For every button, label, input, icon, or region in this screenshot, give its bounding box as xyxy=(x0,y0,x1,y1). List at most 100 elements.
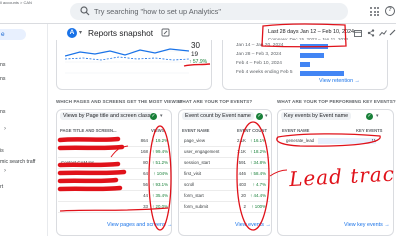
change-badge: ↑ 100% xyxy=(251,204,266,209)
page-title-cell[interactable]: Contact CAM Ins xyxy=(61,160,94,165)
views-cell: 80 xyxy=(143,160,148,165)
edit-icon[interactable] xyxy=(389,29,396,36)
column-header-event-count: EVENT COUNT xyxy=(237,128,268,133)
chevron-right-icon[interactable]: › xyxy=(4,126,6,132)
event-name-cell[interactable]: form_start xyxy=(184,193,204,198)
key-event-name[interactable]: generate_lead xyxy=(286,138,314,143)
change-badge: ↑ 93.1% xyxy=(152,182,168,187)
column-header-key-events: KEY EVENTS xyxy=(356,128,383,133)
week-bar xyxy=(300,62,310,67)
views-cell: 64 xyxy=(143,171,148,176)
column-header-page-title: PAGE TITLE AND SCREEN... xyxy=(60,128,117,133)
view-key-events-link[interactable]: View key events → xyxy=(344,222,390,228)
views-cell: 864 xyxy=(140,138,148,143)
pages-card-title[interactable]: Views by Page title and screen class xyxy=(60,112,154,120)
chevron-down-icon[interactable]: ▾ xyxy=(265,113,268,119)
change-badge: ↑ 51.2% xyxy=(152,160,168,165)
chevron-down-icon[interactable]: ▾ xyxy=(376,113,379,119)
view-pages-link[interactable]: View pages and screens → xyxy=(107,222,173,228)
nav-item[interactable]: rt xyxy=(0,184,3,190)
customize-report-icon[interactable] xyxy=(161,28,170,37)
nav-item[interactable]: is xyxy=(0,148,4,154)
row-divider xyxy=(58,190,170,191)
change-badge: ↑ 16.1% xyxy=(250,138,266,143)
column-header-event-name: EVENT NAME xyxy=(282,128,310,133)
change-badge: ↑ 4.7% xyxy=(252,182,266,187)
chevron-right-icon[interactable]: › xyxy=(4,168,6,174)
event-name-cell[interactable]: page_view xyxy=(184,138,205,143)
event-count-cell: 2 xyxy=(243,204,246,209)
chevron-down-icon[interactable]: ▾ xyxy=(79,29,82,36)
section-heading-events: WHAT ARE YOUR TOP EVENTS? xyxy=(178,99,253,104)
week-label: Jan 28 – Feb 3, 2024 xyxy=(236,52,282,57)
view-retention-link[interactable]: View retention → xyxy=(319,78,360,84)
column-header-event-name: EVENT NAME xyxy=(182,128,210,133)
change-badge: ↑ 104% xyxy=(153,171,168,176)
event-count-cell: 2.1K xyxy=(236,138,246,143)
metric-change-badge: ↑ 57.9% xyxy=(189,59,208,65)
check-circle-icon: ✓ xyxy=(150,113,157,120)
check-circle-icon: ✓ xyxy=(256,113,263,120)
views-cell: 33 xyxy=(143,204,148,209)
event-name-cell[interactable]: scroll xyxy=(184,182,194,187)
event-name-cell[interactable]: session_start xyxy=(184,160,210,165)
row-divider xyxy=(180,146,270,147)
event-name-cell[interactable]: first_visit xyxy=(184,171,201,176)
change-badge: ↑ 44.4% xyxy=(250,193,266,198)
chevron-down-icon[interactable]: ▾ xyxy=(160,113,163,119)
metric-value: 30 xyxy=(191,41,200,50)
events-card-title[interactable]: Event count by Event name xyxy=(182,112,254,120)
apps-grid-icon[interactable] xyxy=(370,7,379,16)
check-circle-icon: ✓ xyxy=(366,113,373,120)
property-avatar[interactable]: A xyxy=(67,28,77,38)
event-count-cell: 591 xyxy=(238,160,246,165)
insights-icon[interactable] xyxy=(379,29,387,37)
nav-item[interactable]: ns xyxy=(0,76,5,82)
metric-compare-value: 19 xyxy=(191,51,199,58)
change-badge: ↑ 35.4% xyxy=(152,193,168,198)
week-bar xyxy=(300,53,324,58)
event-count-cell: 20 xyxy=(241,193,246,198)
search-bar[interactable]: Try searching "how to set up Analytics" xyxy=(70,3,348,20)
users-trend-chart xyxy=(65,48,189,74)
row-divider xyxy=(58,157,170,158)
views-cell: 56 xyxy=(143,182,148,187)
account-breadcrumb[interactable]: ll accounts > CAN xyxy=(0,0,32,5)
search-input[interactable]: Try searching "how to set up Analytics" xyxy=(94,7,221,16)
row-divider xyxy=(58,168,170,169)
row-divider xyxy=(180,157,270,158)
change-badge: ↑ 19.2% xyxy=(152,138,168,143)
row-divider xyxy=(180,190,270,191)
views-cell: 168 xyxy=(140,149,148,154)
event-name-cell[interactable]: form_submit xyxy=(184,204,208,209)
nav-item[interactable]: ns xyxy=(0,62,5,68)
help-icon[interactable]: ? xyxy=(385,6,395,16)
share-icon[interactable] xyxy=(367,29,375,37)
nav-item-home[interactable]: e xyxy=(0,29,26,40)
week-label: Jan 14 – Jan 20, 2024 xyxy=(236,43,284,48)
row-divider xyxy=(180,179,270,180)
key-events-card-title[interactable]: Key events by Event name xyxy=(281,112,352,120)
nav-item-organic-search[interactable]: mic search traff xyxy=(0,159,35,165)
left-navigation: e ns ns ns › is mic search traff › rt xyxy=(0,24,48,236)
change-badge: ↑ 18.2% xyxy=(250,149,266,154)
nav-item[interactable]: ns xyxy=(0,109,5,115)
change-badge: ↑ 20.0% xyxy=(152,204,168,209)
event-count-cell: 1.1K xyxy=(236,149,246,154)
calendar-icon[interactable] xyxy=(354,29,362,37)
section-heading-pages: WHICH PAGES AND SCREENS GET THE MOST VIE… xyxy=(56,99,183,104)
change-badge: ↑ 99.4% xyxy=(152,149,168,154)
page-title: Reports snapshot xyxy=(88,28,154,38)
week-label: Feb 4 weeks ending Feb 5 xyxy=(236,70,293,75)
event-count-cell: 446 xyxy=(238,171,246,176)
change-badge: ↑ 34.8% xyxy=(250,160,266,165)
week-label: Feb 4 – Feb 10, 2024 xyxy=(236,61,282,66)
date-range-label[interactable]: Last 28 days Jan 12 – Feb 10, 2024 xyxy=(268,29,354,35)
row-divider xyxy=(180,212,270,213)
week-bar xyxy=(300,71,344,76)
event-name-cell[interactable]: user_engagement xyxy=(184,149,219,154)
nav-item-home-label: e xyxy=(1,31,5,38)
key-event-count: 11 xyxy=(371,138,376,143)
row-divider xyxy=(58,212,170,213)
view-events-link[interactable]: View events → xyxy=(235,222,271,228)
